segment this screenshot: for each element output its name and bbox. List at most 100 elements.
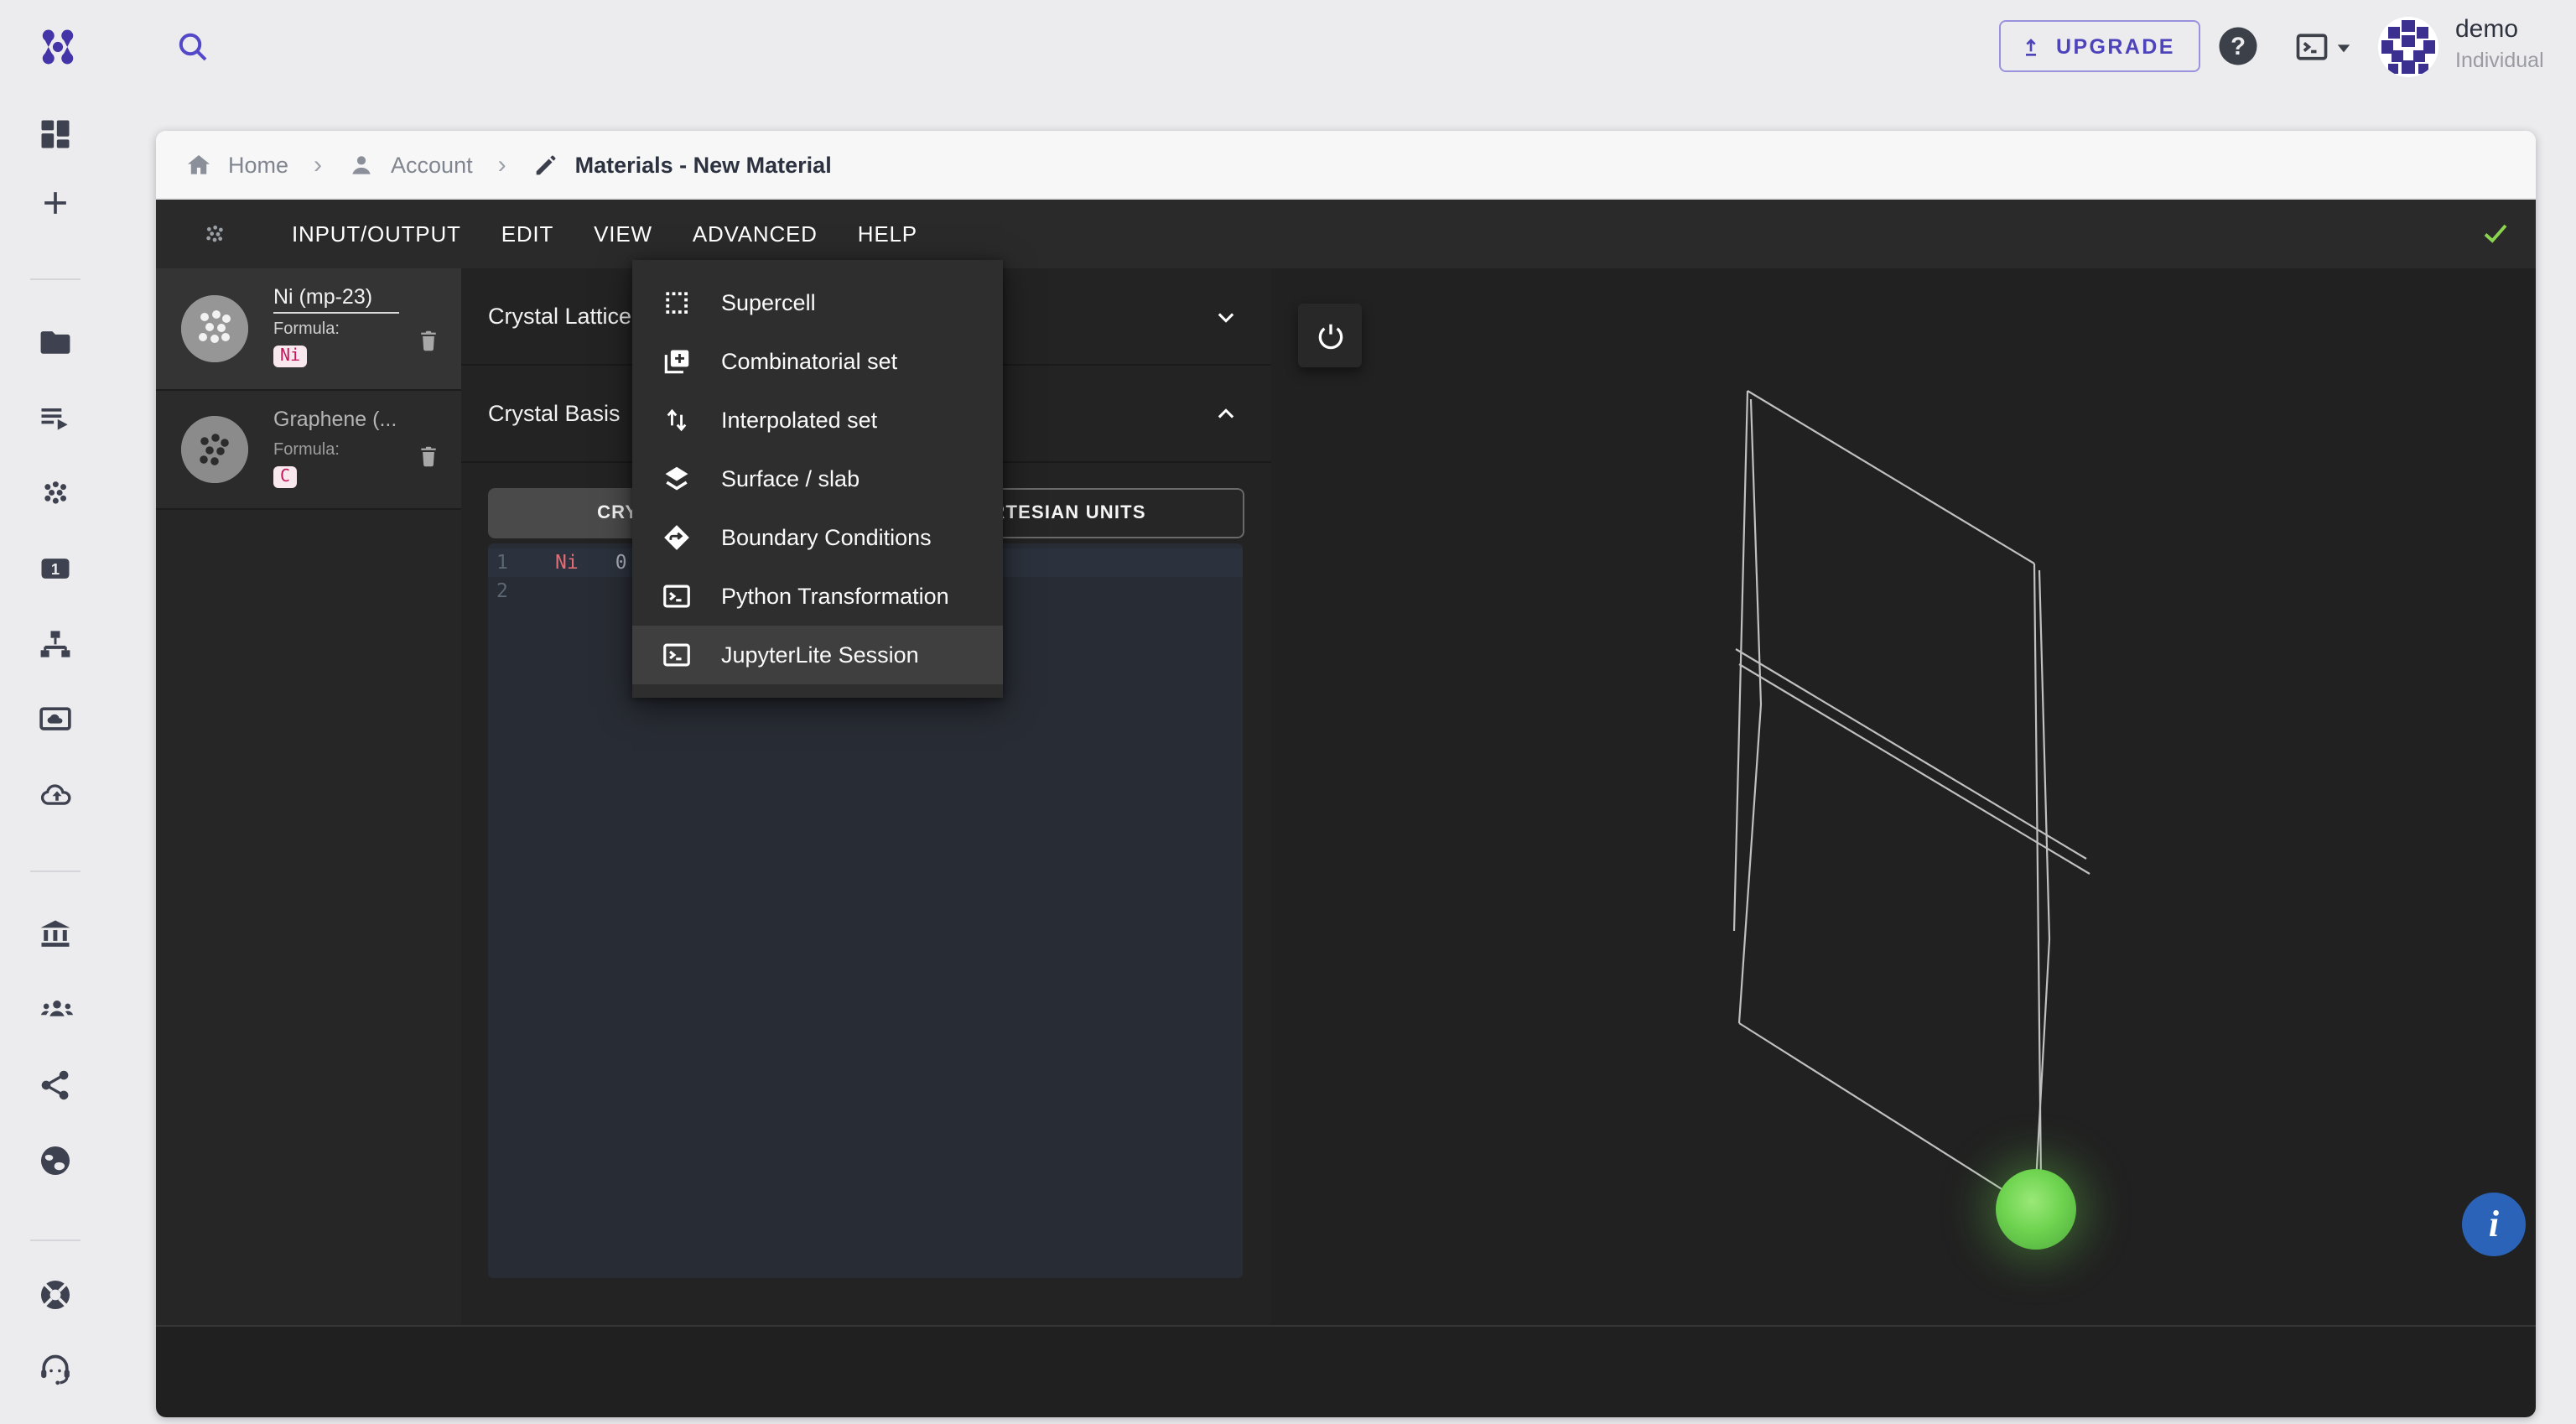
menu-item-label: Boundary Conditions xyxy=(721,525,932,550)
element-token: Ni xyxy=(555,550,579,574)
materials-list: Ni (mp-23) Formula: Ni Graphene (... For… xyxy=(156,268,461,1325)
top-bar: UPGRADE ? demo Individual xyxy=(0,0,2576,94)
upgrade-button[interactable]: UPGRADE xyxy=(1999,20,2200,72)
layers-icon xyxy=(661,463,693,495)
menu-item-boundary-conditions[interactable]: Boundary Conditions xyxy=(632,508,1003,567)
jobs-list-icon[interactable] xyxy=(37,399,74,436)
upgrade-label: UPGRADE xyxy=(2056,34,2175,58)
user-name: demo xyxy=(2455,15,2519,44)
formula-chip: Ni xyxy=(273,346,308,367)
line-number: 1 xyxy=(496,550,508,574)
menu-item-label: Combinatorial set xyxy=(721,349,898,374)
menu-item-surface-slab[interactable]: Surface / slab xyxy=(632,450,1003,508)
supercell-grid-icon xyxy=(661,287,693,319)
mat3ra-logo-icon[interactable] xyxy=(35,23,80,70)
section-title: Crystal Lattice xyxy=(488,304,632,329)
search-icon[interactable] xyxy=(169,23,216,70)
menu-item-label: Surface / slab xyxy=(721,466,860,491)
breadcrumb-account[interactable]: Account xyxy=(391,152,473,177)
menu-item-label: Supercell xyxy=(721,290,816,315)
section-title: Crystal Basis xyxy=(488,401,621,426)
menu-item-combinatorial-set[interactable]: Combinatorial set xyxy=(632,332,1003,391)
menu-item-interpolated-set[interactable]: Interpolated set xyxy=(632,391,1003,450)
caret-down-icon xyxy=(2337,44,2350,52)
formula-chip: C xyxy=(273,466,298,488)
library-add-icon xyxy=(661,346,693,377)
material-thumbnail xyxy=(181,295,248,362)
chevron-up-icon[interactable] xyxy=(1214,402,1238,425)
main-card: Home › Account › Materials - New Materia… xyxy=(156,131,2536,1417)
power-toggle-button[interactable] xyxy=(1298,304,1362,367)
menu-item-label: Interpolated set xyxy=(721,408,878,433)
user-plan: Individual xyxy=(2455,49,2544,73)
material-name[interactable]: Graphene (... xyxy=(273,408,399,434)
upload-arrow-icon xyxy=(2026,38,2036,55)
material-item-ni[interactable]: Ni (mp-23) Formula: Ni xyxy=(156,268,461,391)
groups-icon[interactable] xyxy=(37,991,74,1028)
swap-vert-icon xyxy=(661,404,693,436)
bottom-toolbar xyxy=(156,1325,2536,1417)
molecule-icon xyxy=(201,221,228,247)
sidebar-divider xyxy=(30,1240,80,1241)
content-area: Ni (mp-23) Formula: Ni Graphene (... For… xyxy=(156,268,2536,1325)
workflows-icon[interactable]: 1 xyxy=(37,550,74,587)
support-agent-icon[interactable] xyxy=(37,1352,74,1389)
ni-atom-sphere[interactable] xyxy=(1996,1169,2076,1250)
materials-icon[interactable] xyxy=(37,475,74,512)
cloud-upload-icon[interactable] xyxy=(37,777,74,813)
console-menu-icon[interactable] xyxy=(2291,29,2351,65)
user-avatar[interactable] xyxy=(2378,17,2438,77)
dashboard-icon[interactable] xyxy=(37,116,74,153)
menubar-items: INPUT/OUTPUT EDIT VIEW ADVANCED HELP xyxy=(272,221,937,247)
save-check-icon[interactable] xyxy=(2479,218,2512,248)
menu-advanced[interactable]: ADVANCED xyxy=(673,221,838,247)
sidebar-divider xyxy=(30,871,80,872)
breadcrumb-home[interactable]: Home xyxy=(228,152,288,177)
account-icon xyxy=(347,150,376,179)
bank-icon[interactable] xyxy=(37,916,74,953)
svg-text:1: 1 xyxy=(51,560,60,578)
terminal-icon xyxy=(661,580,693,612)
menu-item-label: Python Transformation xyxy=(721,584,949,609)
menu-input-output[interactable]: INPUT/OUTPUT xyxy=(272,221,481,247)
menu-item-jupyterlite-session[interactable]: JupyterLite Session xyxy=(632,626,1003,684)
user-info[interactable]: demo Individual xyxy=(2455,15,2544,73)
info-button[interactable]: i xyxy=(2462,1193,2526,1256)
breadcrumb-current: Materials - New Material xyxy=(574,152,832,177)
account-tree-icon[interactable] xyxy=(37,626,74,663)
delete-material-icon[interactable] xyxy=(416,441,441,471)
material-thumbnail xyxy=(181,416,248,483)
advanced-dropdown-menu: Supercell Combinatorial set Interpolated… xyxy=(632,260,1003,698)
edit-pencil-icon xyxy=(532,150,560,179)
home-icon xyxy=(184,150,213,179)
help-icon[interactable]: ? xyxy=(2215,23,2261,69)
material-item-graphene[interactable]: Graphene (... Formula: C xyxy=(156,391,461,510)
chevron-right-icon: › xyxy=(497,150,506,179)
help-ring-icon[interactable] xyxy=(37,1276,74,1313)
share-icon[interactable] xyxy=(37,1067,74,1104)
menu-item-label: JupyterLite Session xyxy=(721,642,919,668)
material-name-input[interactable]: Ni (mp-23) xyxy=(273,285,399,314)
menu-item-python-transformation[interactable]: Python Transformation xyxy=(632,567,1003,626)
unit-cell-wireframe xyxy=(1732,390,2090,1197)
info-label: i xyxy=(2488,1203,2500,1245)
viewer-3d[interactable]: i xyxy=(1271,268,2536,1325)
svg-text:?: ? xyxy=(2231,34,2246,60)
breadcrumb: Home › Account › Materials - New Materia… xyxy=(156,131,2536,200)
sidebar-divider xyxy=(30,278,80,280)
globe-icon[interactable] xyxy=(37,1142,74,1179)
chevron-right-icon: › xyxy=(314,150,323,179)
projects-folder-icon[interactable] xyxy=(37,324,74,361)
menu-help[interactable]: HELP xyxy=(838,221,937,247)
menu-view[interactable]: VIEW xyxy=(574,221,673,247)
app-screen: UPGRADE ? demo Individual 1 Home › Accou… xyxy=(0,0,2576,1424)
remote-desktop-icon[interactable] xyxy=(37,701,74,738)
menu-edit[interactable]: EDIT xyxy=(481,221,574,247)
create-new-icon[interactable] xyxy=(37,184,74,221)
chevron-down-icon[interactable] xyxy=(1214,304,1238,328)
editor-menubar: INPUT/OUTPUT EDIT VIEW ADVANCED HELP xyxy=(156,200,2536,268)
menu-item-supercell[interactable]: Supercell xyxy=(632,273,1003,332)
line-number: 2 xyxy=(496,579,508,602)
terminal-icon xyxy=(661,639,693,671)
delete-material-icon[interactable] xyxy=(416,325,441,356)
